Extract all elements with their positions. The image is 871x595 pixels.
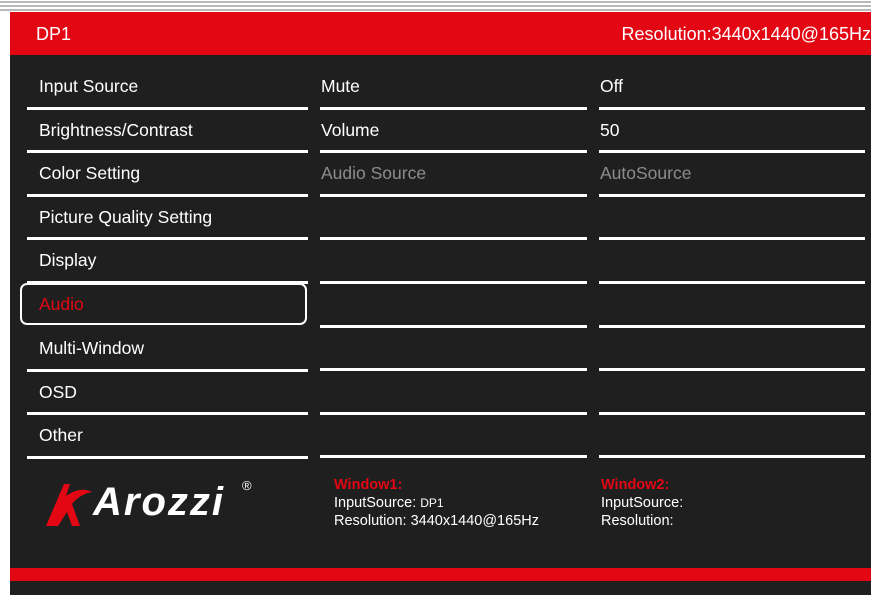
empty-row (320, 240, 587, 284)
window1-title: Window1: (334, 477, 403, 493)
menu-item-audio[interactable]: Audio (20, 282, 307, 325)
setting-label: Audio Source (321, 163, 427, 184)
footer-bar (10, 568, 871, 581)
menu-item-label: Multi-Window (39, 337, 145, 358)
menu-item-picture-quality[interactable]: Picture Quality Setting (27, 197, 308, 241)
setting-label: Mute (321, 76, 360, 96)
empty-row (599, 240, 865, 284)
empty-row (599, 284, 865, 328)
empty-row (320, 328, 587, 372)
window2-resolution-label: Resolution: (601, 513, 674, 529)
empty-row (320, 371, 587, 415)
window2-input-label: InputSource: (601, 495, 684, 511)
menu-item-label: Input Source (39, 76, 139, 96)
logo-wordmark: Arozzi (93, 480, 225, 524)
audio-settings-values: Off 50 AutoSource (599, 66, 865, 459)
setting-value: Off (600, 76, 624, 96)
arozzi-logo: Arozzi ® (40, 476, 270, 536)
setting-audio-source: Audio Source (320, 153, 587, 197)
menu-item-brightness-contrast[interactable]: Brightness/Contrast (27, 110, 308, 154)
window1-input-value: DP1 (420, 496, 444, 510)
setting-value: AutoSource (600, 163, 692, 184)
main-menu: Input Source Brightness/Contrast Color S… (20, 66, 308, 459)
osd-panel: DP1 Resolution:3440x1440@165Hz Input Sou… (10, 12, 871, 595)
empty-row (599, 328, 865, 372)
setting-label: Volume (321, 119, 380, 140)
window1-input-line: InputSource: DP1 (334, 494, 539, 512)
menu-item-display[interactable]: Display (27, 240, 308, 284)
window1-resolution-line: Resolution: 3440x1440@165Hz (334, 512, 539, 530)
menu-item-label: Other (39, 425, 83, 446)
window1-resolution-value: 3440x1440@165Hz (410, 513, 539, 529)
empty-row (599, 197, 865, 241)
menu-item-label: OSD (39, 381, 77, 402)
value-volume[interactable]: 50 (599, 110, 865, 154)
menu-item-multi-window[interactable]: Multi-Window (27, 328, 308, 372)
menu-item-label: Picture Quality Setting (39, 206, 213, 227)
empty-row (320, 197, 587, 241)
current-input-label: DP1 (36, 24, 72, 44)
menu-item-label: Audio (39, 293, 84, 314)
setting-volume[interactable]: Volume (320, 110, 587, 154)
window2-info: Window2: InputSource: Resolution: (601, 476, 683, 530)
current-resolution-label: Resolution:3440x1440@165Hz (621, 24, 871, 44)
empty-row (320, 284, 587, 328)
arozzi-emblem-icon (46, 484, 92, 526)
empty-row (599, 371, 865, 415)
menu-item-label: Display (39, 250, 97, 271)
menu-item-osd[interactable]: OSD (27, 372, 308, 416)
window1-resolution-label: Resolution: (334, 513, 407, 529)
menu-item-label: Brightness/Contrast (39, 119, 193, 140)
osd-header: DP1 Resolution:3440x1440@165Hz (10, 12, 871, 55)
empty-row (320, 415, 587, 459)
value-audio-source: AutoSource (599, 153, 865, 197)
value-mute[interactable]: Off (599, 66, 865, 110)
empty-row (599, 415, 865, 459)
menu-item-other[interactable]: Other (27, 415, 308, 459)
menu-item-input-source[interactable]: Input Source (27, 66, 308, 110)
menu-item-color-setting[interactable]: Color Setting (27, 153, 308, 197)
registered-mark: ® (242, 478, 252, 493)
setting-mute[interactable]: Mute (320, 66, 587, 110)
audio-settings-names: Mute Volume Audio Source (320, 66, 587, 459)
menu-item-label: Color Setting (39, 163, 141, 184)
window1-input-label: InputSource: (334, 495, 417, 511)
top-border-lines (0, 0, 871, 12)
window2-title: Window2: (601, 477, 670, 493)
setting-value: 50 (600, 119, 620, 140)
window1-info: Window1: InputSource: DP1 Resolution: 34… (334, 476, 539, 530)
